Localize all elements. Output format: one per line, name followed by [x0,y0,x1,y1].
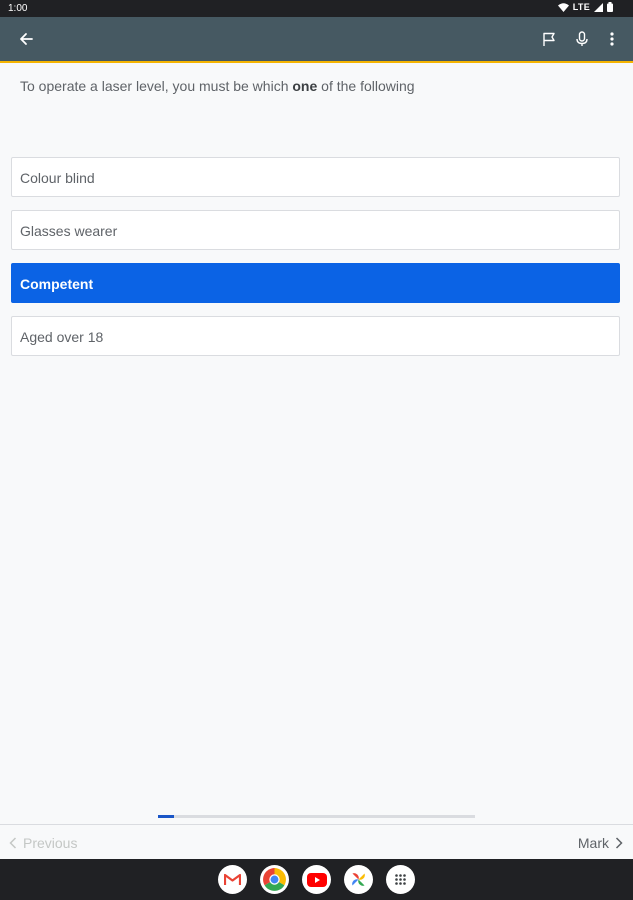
gmail-app[interactable] [218,865,247,894]
previous-label: Previous [23,835,78,851]
microphone-icon [576,31,588,46]
back-button[interactable] [16,29,36,49]
app-drawer-button[interactable] [386,865,415,894]
question-emphasis: one [292,78,318,94]
progress-bar [158,815,475,818]
chevron-right-icon [615,837,623,849]
youtube-app[interactable] [302,865,331,894]
question-text: To operate a laser level, you must be wh… [20,77,610,95]
app-bar [0,17,633,63]
progress-fill [158,815,174,818]
wifi-icon [557,2,569,12]
status-bar: 1:00 LTE [0,0,633,17]
gmail-icon [224,873,241,885]
chrome-app[interactable] [260,865,289,894]
question-suffix: of the following [317,78,415,94]
battery-icon [607,2,613,12]
mark-label: Mark [577,835,609,851]
microphone-button[interactable] [572,29,592,49]
answer-option[interactable]: Glasses wearer [11,210,620,250]
photos-icon [352,873,365,886]
app-dock [0,859,633,900]
answer-option-selected[interactable]: Competent [11,263,620,303]
more-vert-icon [610,32,614,46]
chrome-icon [263,868,286,891]
status-icons: LTE [557,2,613,12]
status-time: 1:00 [8,3,28,14]
question-prefix: To operate a laser level, you must be wh… [20,78,293,94]
previous-button[interactable]: Previous [9,835,77,851]
flag-button[interactable] [539,29,559,49]
mark-button[interactable]: Mark [578,835,623,851]
flag-icon [542,32,555,46]
answer-option[interactable]: Colour blind [11,157,620,197]
answer-option-label: Glasses wearer [20,223,118,239]
youtube-icon [306,872,327,887]
answer-option[interactable]: Aged over 18 [11,316,620,356]
answer-option-label: Competent [20,276,94,292]
more-options-button[interactable] [602,29,622,49]
signal-icon [594,2,603,12]
network-type: LTE [572,2,590,12]
chevron-left-icon [9,837,17,849]
bottom-navigation: Previous Mark [0,824,633,860]
app-drawer-icon [395,874,406,885]
back-arrow-icon [20,33,33,45]
photos-app[interactable] [344,865,373,894]
answer-option-label: Aged over 18 [20,329,104,345]
answer-option-label: Colour blind [20,170,95,186]
